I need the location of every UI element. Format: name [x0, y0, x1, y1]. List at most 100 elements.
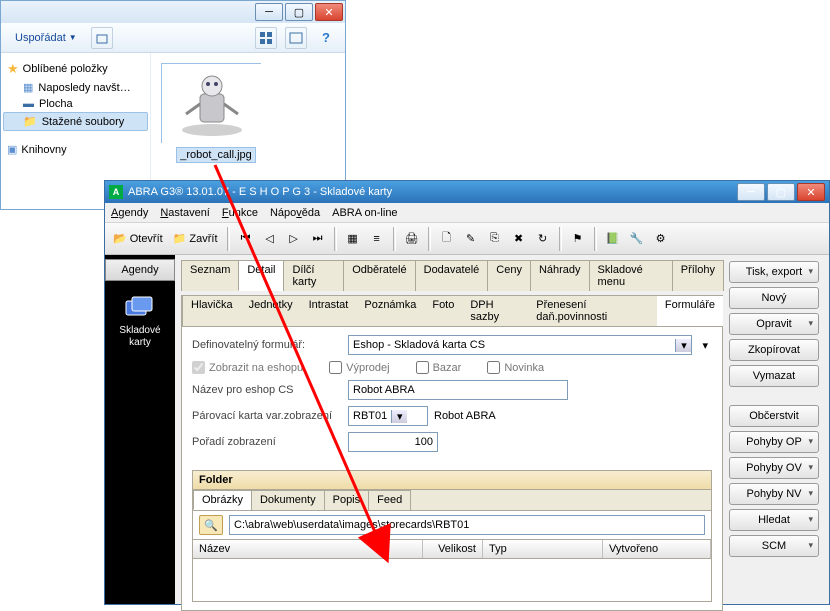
view-icon[interactable]: [255, 27, 277, 49]
toolbar-open[interactable]: 📂Otevřít: [109, 232, 167, 245]
btn-pohyby-ov[interactable]: Pohyby OV: [729, 457, 819, 479]
libraries-header[interactable]: ▣Knihovny: [3, 141, 148, 158]
parovaci-combo[interactable]: RBT01▾: [348, 406, 428, 426]
file-thumbnail[interactable]: _robot_call.jpg: [161, 63, 271, 199]
defform-extra-dd[interactable]: ▾: [698, 339, 712, 352]
nazev-input[interactable]: [348, 380, 568, 400]
abra-maximize-button[interactable]: ▢: [767, 183, 795, 201]
ftab-dokumenty[interactable]: Dokumenty: [251, 490, 325, 510]
close-button[interactable]: ✕: [315, 3, 343, 21]
btn-tisk[interactable]: Tisk, export: [729, 261, 819, 283]
list-icon[interactable]: ≡: [366, 228, 388, 250]
tab-jednotky[interactable]: Jednotky: [241, 296, 302, 326]
chk-novinka[interactable]: Novinka: [487, 361, 544, 374]
nav-first-icon[interactable]: ⏮: [235, 228, 257, 250]
grid-body[interactable]: [193, 559, 711, 601]
parovaci-text: Robot ABRA: [434, 410, 496, 422]
tab-sklmenu[interactable]: Skladové menu: [589, 260, 673, 291]
chk-vyprodej[interactable]: Výprodej: [329, 361, 389, 374]
tab-seznam[interactable]: Seznam: [181, 260, 239, 291]
tab-hlavicka[interactable]: Hlavička: [182, 296, 242, 326]
col-vytvoreno[interactable]: Vytvořeno: [603, 540, 711, 558]
nav-last-icon[interactable]: ⏭: [307, 228, 329, 250]
abra-close-button[interactable]: ✕: [797, 183, 825, 201]
parovaci-label: Párovací karta var.zobrazení: [192, 410, 342, 422]
ftab-obrazky[interactable]: Obrázky: [193, 490, 252, 510]
organize-button[interactable]: Uspořádat ▼: [9, 29, 83, 47]
tab-dodavatele[interactable]: Dodavatelé: [415, 260, 489, 291]
folder-search-icon[interactable]: 🔍: [199, 515, 223, 535]
nav-downloads[interactable]: 📁Stažené soubory: [3, 112, 148, 131]
help-icon[interactable]: ?: [315, 27, 337, 49]
explorer-titlebar: ─ ▢ ✕: [1, 1, 345, 23]
ftab-popis[interactable]: Popis: [324, 490, 370, 510]
nav-recent[interactable]: ▦Naposledy navšt…: [3, 79, 148, 96]
tab-prenes[interactable]: Přenesení daň.povinnosti: [528, 296, 658, 326]
btn-hledat[interactable]: Hledat: [729, 509, 819, 531]
btn-novy[interactable]: Nový: [729, 287, 819, 309]
btn-pohyby-op[interactable]: Pohyby OP: [729, 431, 819, 453]
tab-prilohy[interactable]: Přílohy: [672, 260, 724, 291]
share-icon[interactable]: [91, 27, 113, 49]
tab-intrastat[interactable]: Intrastat: [301, 296, 358, 326]
toolbar-close[interactable]: 📁Zavřít: [169, 232, 222, 245]
agendy-header[interactable]: Agendy: [105, 259, 175, 281]
chk-zobrazit[interactable]: Zobrazit na eshopu: [192, 361, 303, 374]
abra-title-text: ABRA G3® 13.01.07 - E S H O P G 3 - Skla…: [128, 186, 392, 198]
col-velikost[interactable]: Velikost: [423, 540, 483, 558]
grid-icon[interactable]: ▦: [342, 228, 364, 250]
nav-prev-icon[interactable]: ◁: [259, 228, 281, 250]
folder-title: Folder: [193, 471, 711, 490]
thumbnail-image: [161, 63, 261, 143]
tool-d-icon[interactable]: ⚙: [650, 228, 672, 250]
menu-funkce[interactable]: Funkce: [222, 207, 258, 219]
nav-next-icon[interactable]: ▷: [283, 228, 305, 250]
refresh-icon[interactable]: ↻: [532, 228, 554, 250]
tab-odberatele[interactable]: Odběratelé: [343, 260, 415, 291]
favorites-header[interactable]: ★Oblíbené položky: [3, 59, 148, 79]
ftab-feed[interactable]: Feed: [368, 490, 411, 510]
tool-a-icon[interactable]: ⚑: [567, 228, 589, 250]
tabs-level1: Seznam Detail Dílčí karty Odběratelé Dod…: [181, 259, 723, 291]
chk-bazar[interactable]: Bazar: [416, 361, 462, 374]
btn-scm[interactable]: SCM: [729, 535, 819, 557]
abra-minimize-button[interactable]: ─: [737, 183, 765, 201]
tab-formulare[interactable]: Formuláře: [657, 296, 723, 326]
copy-icon[interactable]: ⎘: [484, 228, 506, 250]
tool-b-icon[interactable]: 📗: [602, 228, 624, 250]
folder-box: Folder Obrázky Dokumenty Popis Feed 🔍: [192, 470, 712, 602]
col-nazev[interactable]: Název: [193, 540, 423, 558]
new-icon[interactable]: 🗋: [436, 228, 458, 250]
menu-nastaveni[interactable]: Nastavení: [160, 207, 210, 219]
explorer-window: ─ ▢ ✕ Uspořádat ▼ ? ★Oblíbené položky ▦N…: [0, 0, 346, 210]
tab-ceny[interactable]: Ceny: [487, 260, 531, 291]
btn-vymazat[interactable]: Vymazat: [729, 365, 819, 387]
poradi-input[interactable]: [348, 432, 438, 452]
btn-obcerstvit[interactable]: Občerstvit: [729, 405, 819, 427]
tab-poznamka[interactable]: Poznámka: [356, 296, 425, 326]
col-typ[interactable]: Typ: [483, 540, 603, 558]
btn-pohyby-nv[interactable]: Pohyby NV: [729, 483, 819, 505]
delete-icon[interactable]: ✖: [508, 228, 530, 250]
nav-desktop[interactable]: ▬Plocha: [3, 96, 148, 112]
menu-online[interactable]: ABRA on-line: [332, 207, 397, 219]
maximize-button[interactable]: ▢: [285, 3, 313, 21]
tab-nahrady[interactable]: Náhrady: [530, 260, 590, 291]
edit-icon[interactable]: ✎: [460, 228, 482, 250]
abra-sidebar: Agendy Skladovékarty: [105, 255, 175, 604]
tab-detail[interactable]: Detail: [238, 260, 284, 291]
print-icon[interactable]: 🖨: [401, 228, 423, 250]
menu-agendy[interactable]: Agendy: [111, 207, 148, 219]
btn-opravit[interactable]: Opravit: [729, 313, 819, 335]
tool-c-icon[interactable]: 🔧: [626, 228, 648, 250]
minimize-button[interactable]: ─: [255, 3, 283, 21]
tab-dilci[interactable]: Dílčí karty: [283, 260, 344, 291]
btn-zkopirovat[interactable]: Zkopírovat: [729, 339, 819, 361]
preview-icon[interactable]: [285, 27, 307, 49]
path-input[interactable]: [229, 515, 705, 535]
sidebar-item-skladove[interactable]: Skladovékarty: [105, 293, 175, 349]
tab-foto[interactable]: Foto: [424, 296, 463, 326]
defform-combo[interactable]: Eshop - Skladová karta CS▾: [348, 335, 692, 355]
tab-dph[interactable]: DPH sazby: [462, 296, 529, 326]
menu-napoveda[interactable]: Nápověda: [270, 207, 320, 219]
